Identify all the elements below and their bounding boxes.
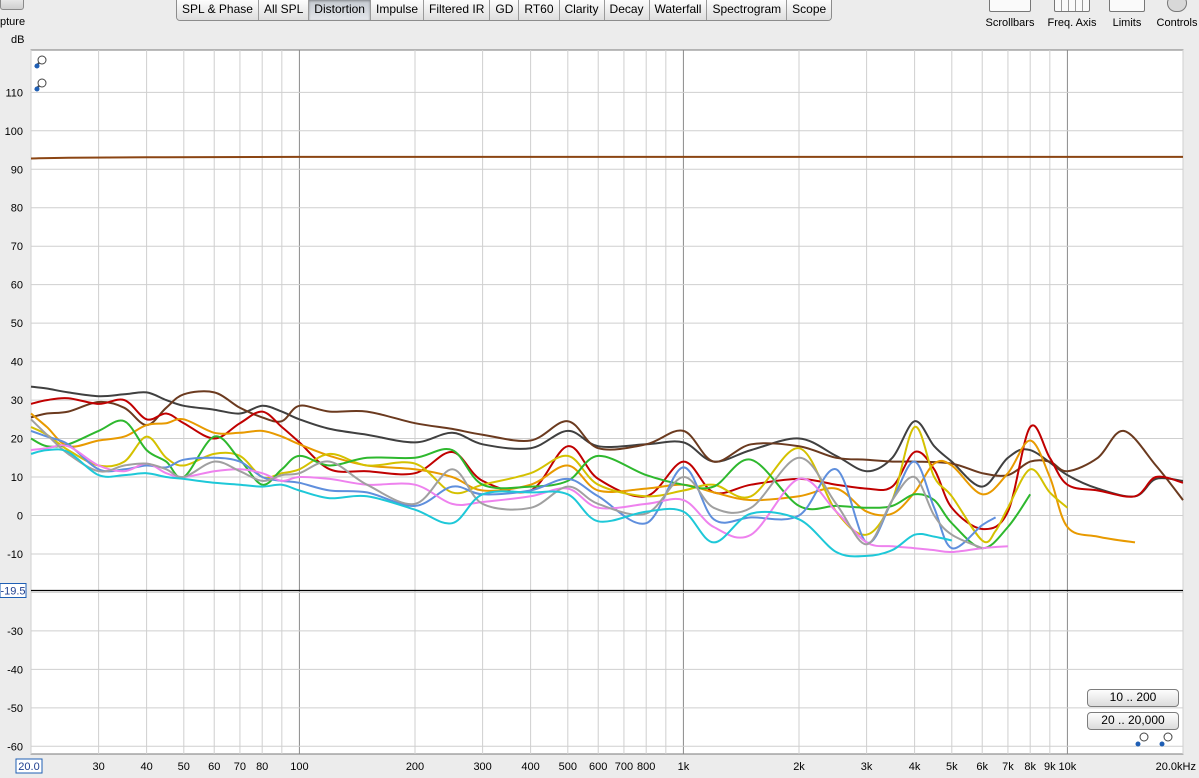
- y-tick-label: 60: [11, 280, 23, 292]
- tab-gd[interactable]: GD: [490, 0, 520, 20]
- plot-area: [30, 49, 1184, 755]
- x-tick-label: 9k: [1044, 761, 1056, 773]
- controls-label: Controls: [1156, 17, 1198, 29]
- x-tick-label: 7k: [1002, 761, 1014, 773]
- x-tick-label: 20.0: [18, 761, 39, 773]
- limits-icon: [1109, 0, 1145, 12]
- x-tick-label: 800: [637, 761, 655, 773]
- tab-waterfall[interactable]: Waterfall: [649, 0, 708, 20]
- y-tick-label: 10: [11, 472, 23, 484]
- x-tick-label: 40: [140, 761, 152, 773]
- x-tick-label: 1k: [678, 761, 690, 773]
- x-tick-label: 2k: [793, 761, 805, 773]
- x-tick-label: 6k: [976, 761, 988, 773]
- tab-impulse[interactable]: Impulse: [370, 0, 425, 20]
- distortion-chart[interactable]: 1101009080706050403020100-10-20-30-40-50…: [0, 44, 1199, 778]
- x-tick-label: 20.0kHz: [1156, 761, 1196, 773]
- x-tick-label: 400: [521, 761, 539, 773]
- x-tick-label: 60: [208, 761, 220, 773]
- y-tick-label: 70: [11, 241, 23, 253]
- tab-scope[interactable]: Scope: [787, 0, 832, 20]
- y-tick-label: 30: [11, 395, 23, 407]
- y-tick-label: 110: [5, 87, 23, 99]
- x-tick-label: 500: [559, 761, 577, 773]
- range-10-200-button[interactable]: 10 .. 200: [1087, 689, 1179, 707]
- x-tick-label: 10k: [1059, 761, 1077, 773]
- tab-rt60[interactable]: RT60: [519, 0, 560, 20]
- x-tick-label: 50: [178, 761, 190, 773]
- x-tick-label: 80: [256, 761, 268, 773]
- tab-clarity[interactable]: Clarity: [559, 0, 605, 20]
- x-tick-label: 5k: [946, 761, 958, 773]
- tab-decay[interactable]: Decay: [604, 0, 650, 20]
- controls-button[interactable]: Controls: [1142, 0, 1199, 34]
- scrollbars-button[interactable]: Scrollbars: [975, 0, 1045, 34]
- range-20-20000-button[interactable]: 20 .. 20,000: [1087, 712, 1179, 730]
- tab-spectrogram[interactable]: Spectrogram: [707, 0, 788, 20]
- x-tick-label: 70: [234, 761, 246, 773]
- y-tick-label: 90: [11, 164, 23, 176]
- scrollbars-label: Scrollbars: [985, 17, 1035, 29]
- x-tick-label: 4k: [909, 761, 921, 773]
- x-tick-label: 600: [589, 761, 607, 773]
- x-tick-label: 8k: [1024, 761, 1036, 773]
- x-tick-label: 3k: [861, 761, 873, 773]
- freq-axis-icon: [1054, 0, 1090, 12]
- range-buttons: 10 .. 200 20 .. 20,000: [1087, 689, 1179, 735]
- capture-label: pture: [0, 16, 26, 28]
- graph-tabs: SPL & Phase All SPL Distortion Impulse Filte…: [176, 0, 833, 21]
- tab-all-spl[interactable]: All SPL: [258, 0, 310, 20]
- tab-filtered-ir[interactable]: Filtered IR: [424, 0, 491, 20]
- y-tick-label: 100: [5, 126, 23, 138]
- y-tick-label: 20: [11, 434, 23, 446]
- y-tick-label: 50: [11, 318, 23, 330]
- x-tick-label: 300: [473, 761, 491, 773]
- y-tick-label: 0: [17, 510, 23, 522]
- y-tick-label: -40: [7, 664, 23, 676]
- x-tick-label: 100: [290, 761, 308, 773]
- capture-button[interactable]: [0, 0, 24, 10]
- x-tick-label: 700: [615, 761, 633, 773]
- gear-icon: [1167, 0, 1187, 12]
- scrollbars-icon: [989, 0, 1031, 12]
- cursor-label: -19.5: [0, 586, 25, 598]
- tab-distortion[interactable]: Distortion: [309, 0, 371, 20]
- y-tick-label: -50: [7, 703, 23, 715]
- tab-spl-phase[interactable]: SPL & Phase: [177, 0, 259, 20]
- y-tick-label: 40: [11, 357, 23, 369]
- y-tick-label: -60: [7, 741, 23, 753]
- x-tick-label: 200: [406, 761, 424, 773]
- y-tick-label: 80: [11, 203, 23, 215]
- top-toolbar: pture SPL & Phase All SPL Distortion Impuls…: [0, 0, 1199, 34]
- y-tick-label: -30: [7, 626, 23, 638]
- y-tick-label: -10: [7, 549, 23, 561]
- x-tick-label: 30: [92, 761, 104, 773]
